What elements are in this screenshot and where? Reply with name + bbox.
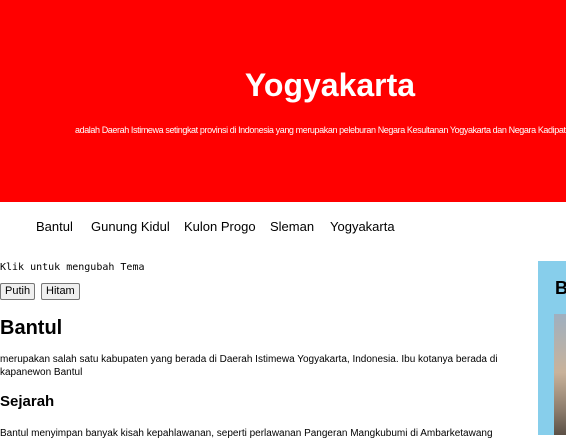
nav-item-bantul[interactable]: Bantul xyxy=(36,219,73,234)
intro-text: merupakan salah satu kabupaten yang bera… xyxy=(0,354,498,378)
page-title: Bantul xyxy=(0,317,63,339)
site-title: Yogyakarta xyxy=(244,67,416,103)
nav-item-gunung-kidul[interactable]: Gunung Kidul xyxy=(91,219,170,234)
theme-label: Klik untuk mengubah Tema xyxy=(0,262,145,273)
main-nav: Bantul Gunung Kidul Kulon Progo Sleman Y… xyxy=(0,202,566,250)
sidebar: B xyxy=(538,261,566,435)
nav-item-yogyakarta[interactable]: Yogyakarta xyxy=(330,219,395,234)
sidebar-title: B xyxy=(555,278,566,298)
sidebar-image xyxy=(554,314,566,435)
section-text: Bantul menyimpan banyak kisah kepahlawan… xyxy=(0,428,493,439)
site-header: Yogyakarta adalah Daerah Istimewa seting… xyxy=(0,0,566,202)
site-description: adalah Daerah Istimewa setingkat provins… xyxy=(74,125,566,135)
nav-item-kulon-progo[interactable]: Kulon Progo xyxy=(184,219,256,234)
nav-item-sleman[interactable]: Sleman xyxy=(270,219,314,234)
section-title: Sejarah xyxy=(0,393,55,410)
white-theme-button[interactable]: Putih xyxy=(0,283,36,300)
black-theme-button[interactable]: Hitam xyxy=(41,283,80,300)
